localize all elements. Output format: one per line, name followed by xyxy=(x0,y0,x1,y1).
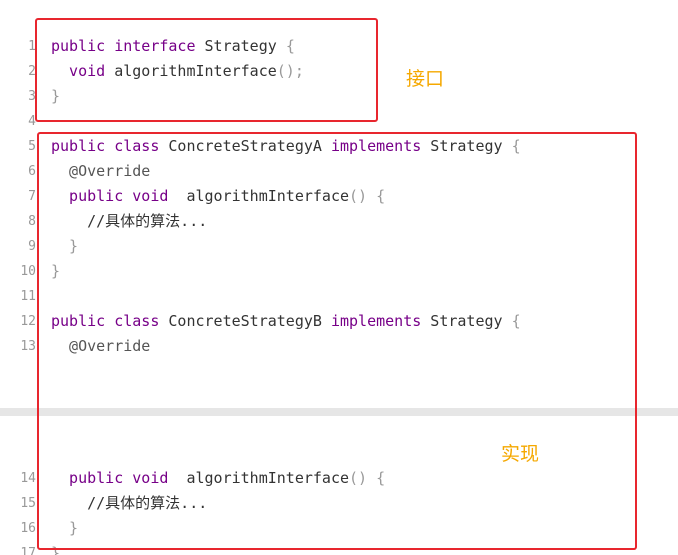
interface-annotation-label: 接口 xyxy=(406,68,445,90)
implementation-highlight-box xyxy=(37,132,637,550)
line-number: 14 xyxy=(20,471,36,486)
line-number: 11 xyxy=(20,289,36,304)
line-number: 9 xyxy=(28,239,36,254)
line-number: 3 xyxy=(28,89,36,104)
line-number: 4 xyxy=(28,114,36,129)
line-number: 12 xyxy=(20,314,36,329)
line-number: 6 xyxy=(28,164,36,179)
line-number: 13 xyxy=(20,339,36,354)
line-number: 16 xyxy=(20,521,36,536)
line-number: 17 xyxy=(20,546,36,555)
interface-highlight-box xyxy=(35,18,378,122)
line-number: 1 xyxy=(28,39,36,54)
line-number: 5 xyxy=(28,139,36,154)
implementation-annotation-label: 实现 xyxy=(501,443,540,465)
code-screenshot: 1 public interface Strategy {2 void algor… xyxy=(0,0,678,555)
line-number: 8 xyxy=(28,214,36,229)
line-number: 15 xyxy=(20,496,36,511)
line-number: 7 xyxy=(28,189,36,204)
line-number: 10 xyxy=(20,264,36,279)
line-number: 2 xyxy=(28,64,36,79)
